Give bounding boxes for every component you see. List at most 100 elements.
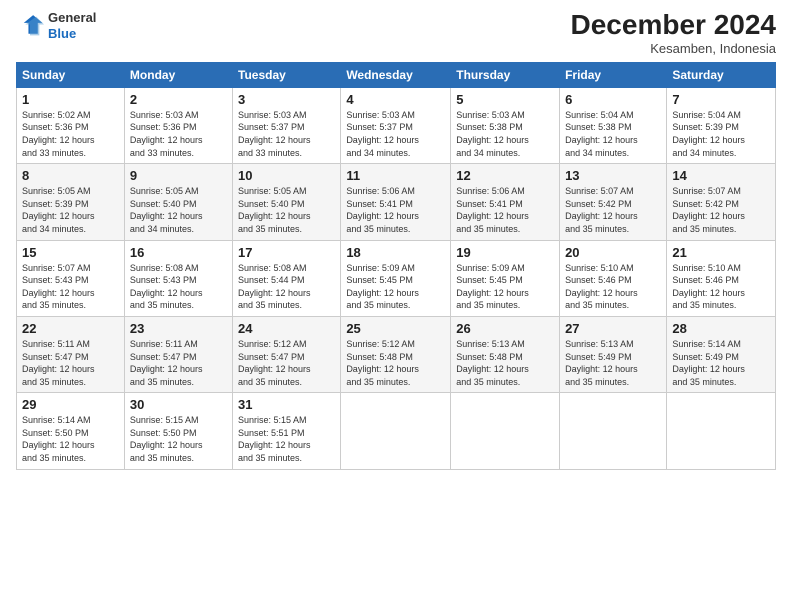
day-number: 19 — [456, 245, 554, 260]
day-number: 27 — [565, 321, 661, 336]
day-number: 26 — [456, 321, 554, 336]
day-number: 18 — [346, 245, 445, 260]
day-info: Sunrise: 5:10 AMSunset: 5:46 PMDaylight:… — [565, 262, 661, 312]
calendar-cell: 1Sunrise: 5:02 AMSunset: 5:36 PMDaylight… — [17, 87, 125, 163]
week-row-2: 8Sunrise: 5:05 AMSunset: 5:39 PMDaylight… — [17, 164, 776, 240]
day-info: Sunrise: 5:11 AMSunset: 5:47 PMDaylight:… — [130, 338, 227, 388]
day-info: Sunrise: 5:03 AMSunset: 5:37 PMDaylight:… — [238, 109, 335, 159]
calendar-cell — [667, 393, 776, 469]
calendar-cell: 22 Sunrise: 5:11 AMSunset: 5:47 PMDayligh… — [17, 316, 125, 392]
day-number: 11 — [346, 168, 445, 183]
day-number: 4 — [346, 92, 445, 107]
day-info: Sunrise: 5:05 AMSunset: 5:40 PMDaylight:… — [130, 185, 227, 235]
day-info: Sunrise: 5:06 AMSunset: 5:41 PMDaylight:… — [456, 185, 554, 235]
day-number: 28 — [672, 321, 770, 336]
header: General Blue December 2024 Kesamben, Ind… — [16, 10, 776, 56]
day-number: 16 — [130, 245, 227, 260]
day-info: Sunrise: 5:07 AMSunset: 5:42 PMDaylight:… — [565, 185, 661, 235]
day-info: Sunrise: 5:04 AMSunset: 5:39 PMDaylight:… — [672, 109, 770, 159]
day-info: Sunrise: 5:10 AMSunset: 5:46 PMDaylight:… — [672, 262, 770, 312]
calendar-cell: 18Sunrise: 5:09 AMSunset: 5:45 PMDayligh… — [341, 240, 451, 316]
calendar-cell: 19Sunrise: 5:09 AMSunset: 5:45 PMDayligh… — [451, 240, 560, 316]
day-number: 24 — [238, 321, 335, 336]
day-info: Sunrise: 5:05 AMSunset: 5:40 PMDaylight:… — [238, 185, 335, 235]
logo-text: General Blue — [48, 10, 96, 41]
day-info: Sunrise: 5:02 AMSunset: 5:36 PMDaylight:… — [22, 109, 119, 159]
day-info: Sunrise: 5:11 AMSunset: 5:47 PMDaylight:… — [22, 338, 119, 388]
weekday-header-wednesday: Wednesday — [341, 62, 451, 87]
calendar-cell: 12Sunrise: 5:06 AMSunset: 5:41 PMDayligh… — [451, 164, 560, 240]
day-info: Sunrise: 5:07 AMSunset: 5:42 PMDaylight:… — [672, 185, 770, 235]
logo-general: General — [48, 10, 96, 25]
calendar-cell: 31 Sunrise: 5:15 AMSunset: 5:51 PMDayligh… — [233, 393, 341, 469]
calendar-cell: 6 Sunrise: 5:04 AMSunset: 5:38 PMDaylight… — [560, 87, 667, 163]
location: Kesamben, Indonesia — [571, 41, 776, 56]
calendar-cell: 27 Sunrise: 5:13 AMSunset: 5:49 PMDayligh… — [560, 316, 667, 392]
calendar-cell: 11 Sunrise: 5:06 AMSunset: 5:41 PMDayligh… — [341, 164, 451, 240]
calendar-cell: 13 Sunrise: 5:07 AMSunset: 5:42 PMDayligh… — [560, 164, 667, 240]
day-number: 13 — [565, 168, 661, 183]
day-info: Sunrise: 5:15 AMSunset: 5:50 PMDaylight:… — [130, 414, 227, 464]
title-block: December 2024 Kesamben, Indonesia — [571, 10, 776, 56]
day-number: 25 — [346, 321, 445, 336]
day-number: 22 — [22, 321, 119, 336]
calendar-cell: 21 Sunrise: 5:10 AMSunset: 5:46 PMDayligh… — [667, 240, 776, 316]
day-number: 29 — [22, 397, 119, 412]
calendar-cell: 25 Sunrise: 5:12 AMSunset: 5:48 PMDayligh… — [341, 316, 451, 392]
day-number: 9 — [130, 168, 227, 183]
day-info: Sunrise: 5:13 AMSunset: 5:49 PMDaylight:… — [565, 338, 661, 388]
day-info: Sunrise: 5:03 AMSunset: 5:36 PMDaylight:… — [130, 109, 227, 159]
calendar-cell: 5Sunrise: 5:03 AMSunset: 5:38 PMDaylight… — [451, 87, 560, 163]
calendar-cell: 10 Sunrise: 5:05 AMSunset: 5:40 PMDayligh… — [233, 164, 341, 240]
day-info: Sunrise: 5:08 AMSunset: 5:43 PMDaylight:… — [130, 262, 227, 312]
calendar-cell: 23Sunrise: 5:11 AMSunset: 5:47 PMDayligh… — [124, 316, 232, 392]
calendar-cell: 2Sunrise: 5:03 AMSunset: 5:36 PMDaylight… — [124, 87, 232, 163]
day-info: Sunrise: 5:14 AMSunset: 5:50 PMDaylight:… — [22, 414, 119, 464]
day-number: 14 — [672, 168, 770, 183]
logo-icon — [16, 12, 44, 40]
day-info: Sunrise: 5:07 AMSunset: 5:43 PMDaylight:… — [22, 262, 119, 312]
calendar-cell — [341, 393, 451, 469]
day-number: 8 — [22, 168, 119, 183]
day-info: Sunrise: 5:03 AMSunset: 5:37 PMDaylight:… — [346, 109, 445, 159]
calendar-cell: 14 Sunrise: 5:07 AMSunset: 5:42 PMDayligh… — [667, 164, 776, 240]
day-number: 10 — [238, 168, 335, 183]
calendar-cell — [560, 393, 667, 469]
calendar-cell: 30 Sunrise: 5:15 AMSunset: 5:50 PMDayligh… — [124, 393, 232, 469]
calendar-cell: 7 Sunrise: 5:04 AMSunset: 5:39 PMDaylight… — [667, 87, 776, 163]
week-row-3: 15 Sunrise: 5:07 AMSunset: 5:43 PMDayligh… — [17, 240, 776, 316]
calendar-cell: 3 Sunrise: 5:03 AMSunset: 5:37 PMDaylight… — [233, 87, 341, 163]
calendar-cell: 20Sunrise: 5:10 AMSunset: 5:46 PMDayligh… — [560, 240, 667, 316]
day-number: 7 — [672, 92, 770, 107]
day-number: 17 — [238, 245, 335, 260]
day-number: 6 — [565, 92, 661, 107]
weekday-header-sunday: Sunday — [17, 62, 125, 87]
day-info: Sunrise: 5:12 AMSunset: 5:48 PMDaylight:… — [346, 338, 445, 388]
calendar-cell — [451, 393, 560, 469]
day-info: Sunrise: 5:06 AMSunset: 5:41 PMDaylight:… — [346, 185, 445, 235]
day-number: 31 — [238, 397, 335, 412]
day-number: 21 — [672, 245, 770, 260]
weekday-header-saturday: Saturday — [667, 62, 776, 87]
day-info: Sunrise: 5:15 AMSunset: 5:51 PMDaylight:… — [238, 414, 335, 464]
day-info: Sunrise: 5:13 AMSunset: 5:48 PMDaylight:… — [456, 338, 554, 388]
calendar-cell: 15 Sunrise: 5:07 AMSunset: 5:43 PMDayligh… — [17, 240, 125, 316]
day-info: Sunrise: 5:04 AMSunset: 5:38 PMDaylight:… — [565, 109, 661, 159]
logo: General Blue — [16, 10, 96, 41]
weekday-header-monday: Monday — [124, 62, 232, 87]
day-info: Sunrise: 5:12 AMSunset: 5:47 PMDaylight:… — [238, 338, 335, 388]
weekday-header-tuesday: Tuesday — [233, 62, 341, 87]
calendar-cell: 9 Sunrise: 5:05 AMSunset: 5:40 PMDaylight… — [124, 164, 232, 240]
weekday-header-friday: Friday — [560, 62, 667, 87]
calendar-header-row: SundayMondayTuesdayWednesdayThursdayFrid… — [17, 62, 776, 87]
day-info: Sunrise: 5:03 AMSunset: 5:38 PMDaylight:… — [456, 109, 554, 159]
day-number: 15 — [22, 245, 119, 260]
week-row-5: 29 Sunrise: 5:14 AMSunset: 5:50 PMDayligh… — [17, 393, 776, 469]
logo-blue: Blue — [48, 26, 76, 41]
week-row-4: 22 Sunrise: 5:11 AMSunset: 5:47 PMDayligh… — [17, 316, 776, 392]
day-info: Sunrise: 5:08 AMSunset: 5:44 PMDaylight:… — [238, 262, 335, 312]
calendar-cell: 28Sunrise: 5:14 AMSunset: 5:49 PMDayligh… — [667, 316, 776, 392]
day-number: 3 — [238, 92, 335, 107]
day-number: 30 — [130, 397, 227, 412]
page: General Blue December 2024 Kesamben, Ind… — [0, 0, 792, 612]
